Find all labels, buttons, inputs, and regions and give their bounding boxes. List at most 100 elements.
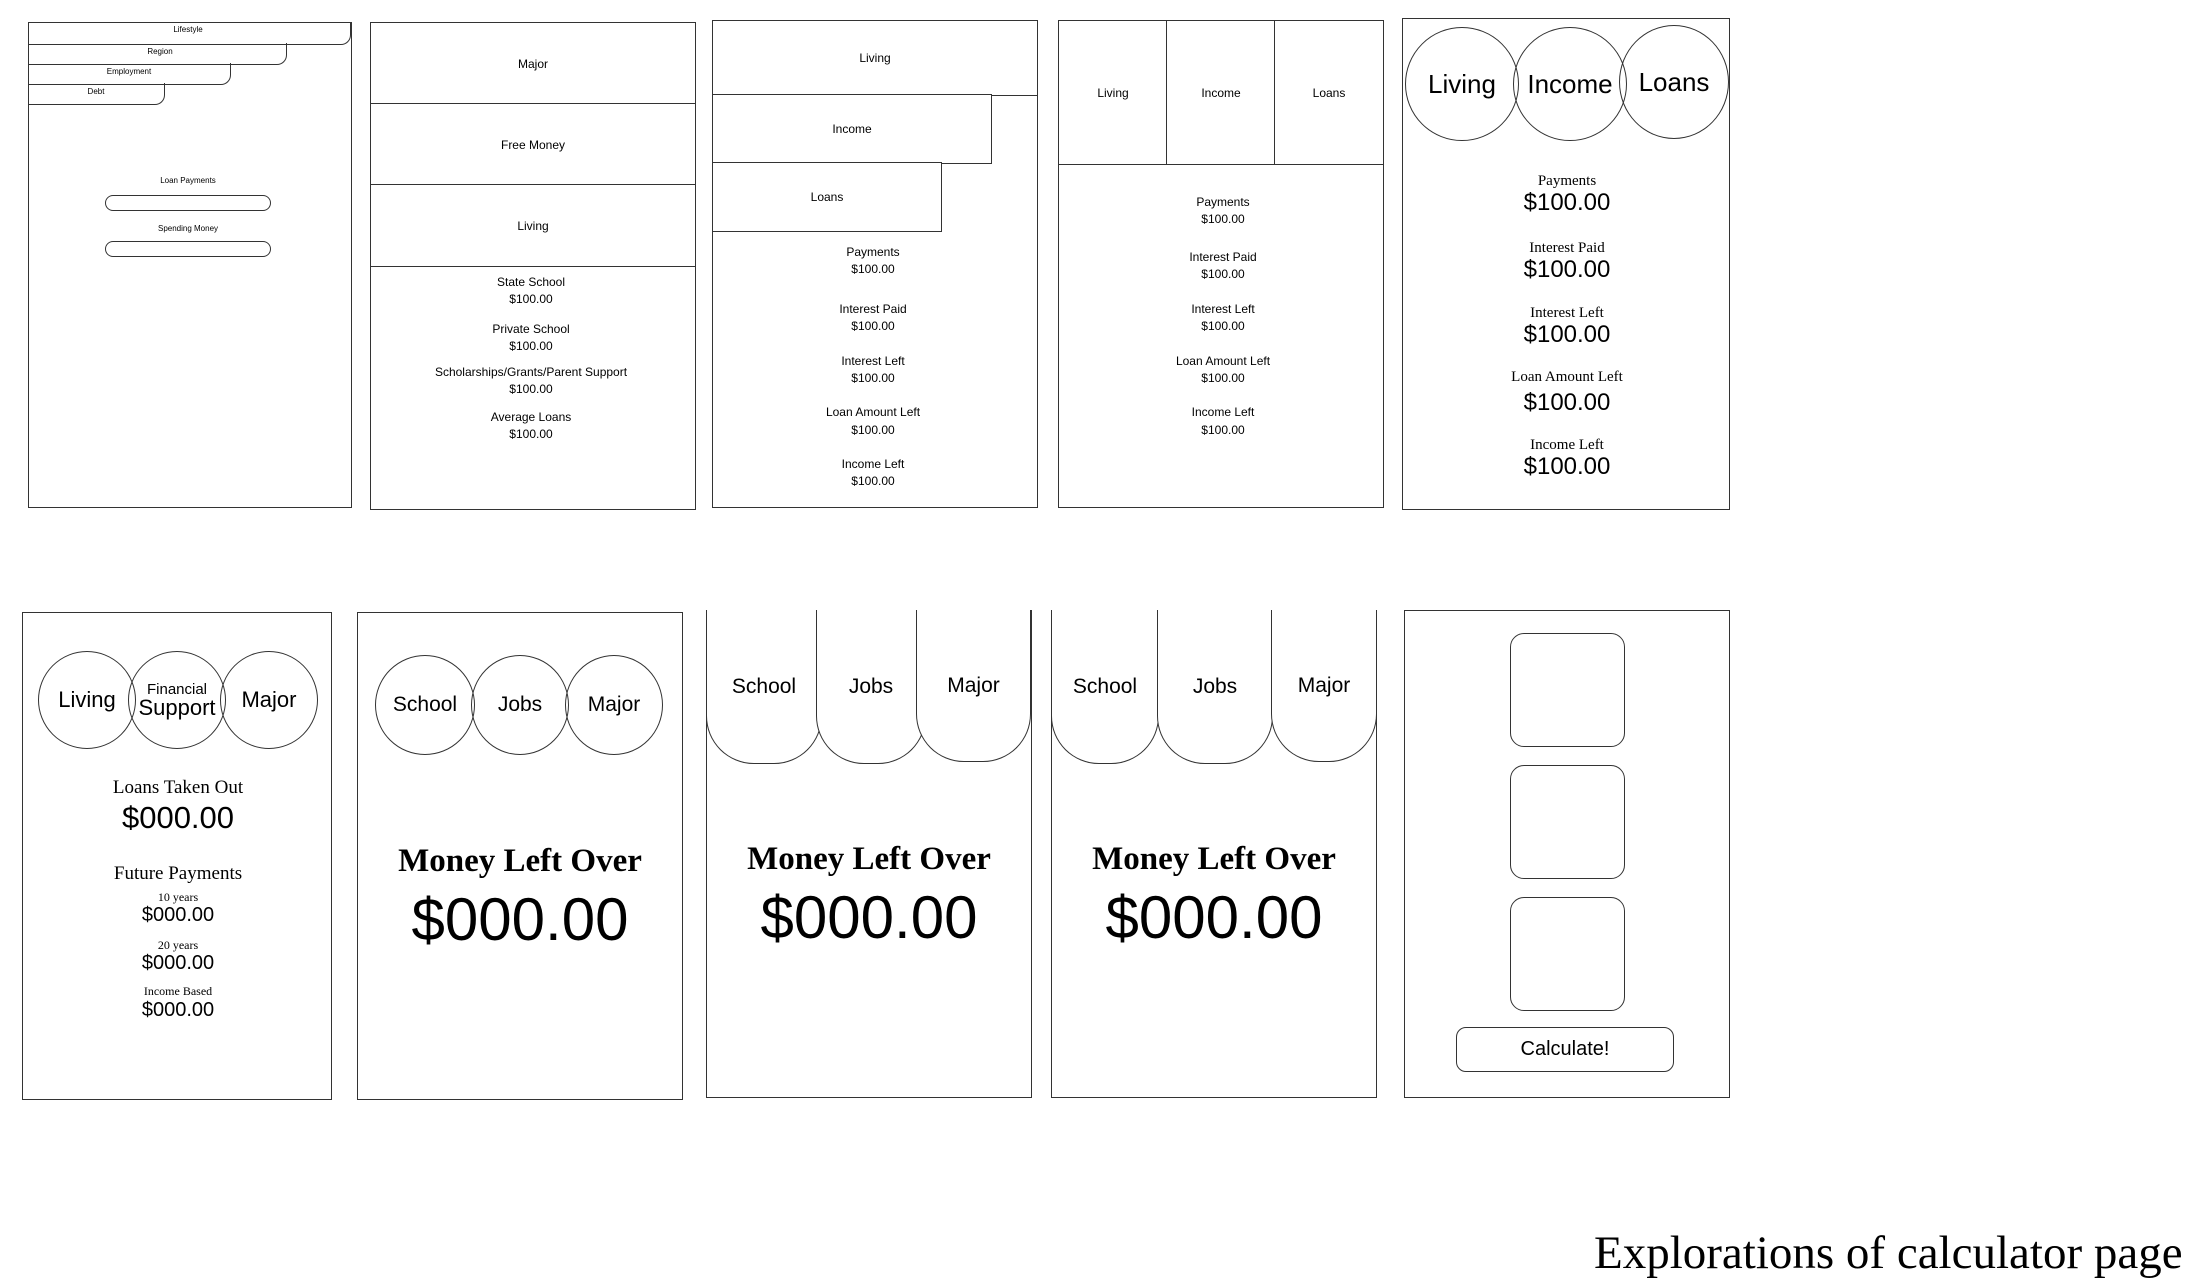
stat-value: $100.00 xyxy=(1523,256,1611,283)
stat-value: $100.00 xyxy=(1523,321,1611,348)
stat-value: $100.00 xyxy=(509,292,553,306)
block-major[interactable]: Major xyxy=(370,22,696,105)
wireframe-4: Living Income Loans Payments $100.00 Int… xyxy=(1058,20,1384,508)
stat-label: Interest Paid xyxy=(1189,250,1257,264)
input-box[interactable] xyxy=(1510,633,1625,747)
stat-value: $100.00 xyxy=(851,474,895,488)
stat-value: $100.00 xyxy=(1201,423,1245,437)
money-left-over-title: Money Left Over xyxy=(1092,841,1336,877)
stat-value: $100.00 xyxy=(1201,212,1245,226)
stat-value: $100.00 xyxy=(851,262,895,276)
stat-value: $100.00 xyxy=(851,319,895,333)
wireframe-1: Lifestyle Region Employment Debt Loan Pa… xyxy=(28,22,352,508)
wireframe-9: School Jobs Major Money Left Over $000.0… xyxy=(1051,610,1377,1098)
block-living[interactable]: Living xyxy=(712,20,1038,96)
spending-money-input[interactable] xyxy=(105,241,271,257)
block-living[interactable]: Living xyxy=(370,184,696,267)
block-living[interactable]: Living xyxy=(1058,20,1168,165)
tab-jobs[interactable]: Jobs xyxy=(1157,610,1273,764)
block-free-money[interactable]: Free Money xyxy=(370,103,696,186)
future-payments-label: Future Payments xyxy=(113,863,243,884)
tab-jobs[interactable]: Jobs xyxy=(816,610,926,764)
stat-label: Interest Left xyxy=(841,354,905,368)
tab-school[interactable]: School xyxy=(1051,610,1159,764)
wireframe-3: Living Income Loans Payments $100.00 Int… xyxy=(712,20,1038,508)
stat-value: $100.00 xyxy=(1523,453,1611,480)
tab-school[interactable]: School xyxy=(706,610,822,764)
loans-taken-out-value: $000.00 xyxy=(121,800,235,835)
circle-support-label: Support xyxy=(138,694,216,720)
wireframe-7: School Jobs Major Money Left Over $000.0… xyxy=(357,612,683,1100)
block-loans[interactable]: Loans xyxy=(712,162,942,232)
circle-living[interactable]: Living xyxy=(1405,27,1519,141)
stat-value: $100.00 xyxy=(1201,267,1245,281)
stat-label: Income Left xyxy=(1530,437,1604,453)
circle-major[interactable]: Major xyxy=(220,651,318,749)
block-income[interactable]: Income xyxy=(1166,20,1276,165)
future-value: $000.00 xyxy=(141,952,215,974)
wireframe-6: Living Financial Support Major Loans Tak… xyxy=(22,612,332,1100)
future-value: $000.00 xyxy=(141,904,215,926)
wireframe-10: Calculate! xyxy=(1404,610,1730,1098)
future-label: Income Based xyxy=(143,984,213,998)
stat-label: Income Left xyxy=(841,457,905,471)
stat-value: $100.00 xyxy=(509,427,553,441)
circle-school[interactable]: School xyxy=(375,655,475,755)
future-label: 10 years xyxy=(157,890,199,904)
stat-value: $100.00 xyxy=(1523,189,1611,216)
loans-taken-out-label: Loans Taken Out xyxy=(112,777,244,798)
stat-label: State School xyxy=(496,275,566,289)
stat-value: $100.00 xyxy=(1523,389,1611,416)
stat-label: Scholarships/Grants/Parent Support xyxy=(434,365,628,379)
money-left-over-title: Money Left Over xyxy=(747,841,991,877)
money-left-over-title: Money Left Over xyxy=(398,843,642,879)
stat-label: Payments xyxy=(1196,195,1250,209)
stat-label: Income Left xyxy=(1191,405,1255,419)
input-box[interactable] xyxy=(1510,765,1625,879)
circle-income[interactable]: Income xyxy=(1513,27,1627,141)
caption: Explorations of calculator page xyxy=(1594,1227,2183,1279)
stat-label: Private School xyxy=(492,322,570,336)
stat-label: Loan Amount Left xyxy=(825,405,921,419)
future-value: $000.00 xyxy=(141,999,215,1021)
stat-label: Payments xyxy=(846,245,900,259)
circle-financial-support[interactable]: Financial Support xyxy=(128,651,226,749)
money-left-over-value: $000.00 xyxy=(760,884,978,951)
stat-label: Interest Left xyxy=(1191,302,1255,316)
stat-label: Payments xyxy=(1537,173,1597,189)
circle-loans[interactable]: Loans xyxy=(1619,25,1729,139)
stat-value: $100.00 xyxy=(1201,319,1245,333)
money-left-over-value: $000.00 xyxy=(1105,884,1323,951)
input-box[interactable] xyxy=(1510,897,1625,1011)
stat-label: Loan Amount Left xyxy=(1511,369,1623,385)
future-label: 20 years xyxy=(157,938,199,952)
circle-living[interactable]: Living xyxy=(38,651,136,749)
stat-value: $100.00 xyxy=(851,371,895,385)
tab-employment-label: Employment xyxy=(106,67,152,76)
tab-major[interactable]: Major xyxy=(916,610,1031,762)
circle-jobs[interactable]: Jobs xyxy=(471,655,569,755)
wireframe-5: Living Income Loans Payments $100.00 Int… xyxy=(1402,18,1730,510)
tab-lifestyle-label: Lifestyle xyxy=(173,25,203,34)
block-income[interactable]: Income xyxy=(712,94,992,164)
tab-debt-label: Debt xyxy=(87,87,105,96)
stat-label: Loan Amount Left xyxy=(1175,354,1271,368)
loan-payments-input[interactable] xyxy=(105,195,271,211)
loan-payments-label: Loan Payments xyxy=(160,176,216,185)
stat-label: Interest Paid xyxy=(1529,240,1605,256)
money-left-over-value: $000.00 xyxy=(411,886,629,953)
spending-money-label: Spending Money xyxy=(157,224,219,233)
circle-major[interactable]: Major xyxy=(565,655,663,755)
calculate-button[interactable]: Calculate! xyxy=(1456,1027,1674,1072)
stat-value: $100.00 xyxy=(509,382,553,396)
stat-value: $100.00 xyxy=(509,339,553,353)
stat-label: Interest Paid xyxy=(839,302,907,316)
block-loans[interactable]: Loans xyxy=(1274,20,1384,165)
stat-value: $100.00 xyxy=(1201,371,1245,385)
stat-label: Average Loans xyxy=(490,410,572,424)
tab-major[interactable]: Major xyxy=(1271,610,1377,762)
tab-region-label: Region xyxy=(147,47,173,56)
stat-label: Interest Left xyxy=(1530,305,1604,321)
wireframe-2: Major Free Money Living State School $10… xyxy=(370,22,696,510)
wireframe-8: School Jobs Major Money Left Over $000.0… xyxy=(706,610,1032,1098)
